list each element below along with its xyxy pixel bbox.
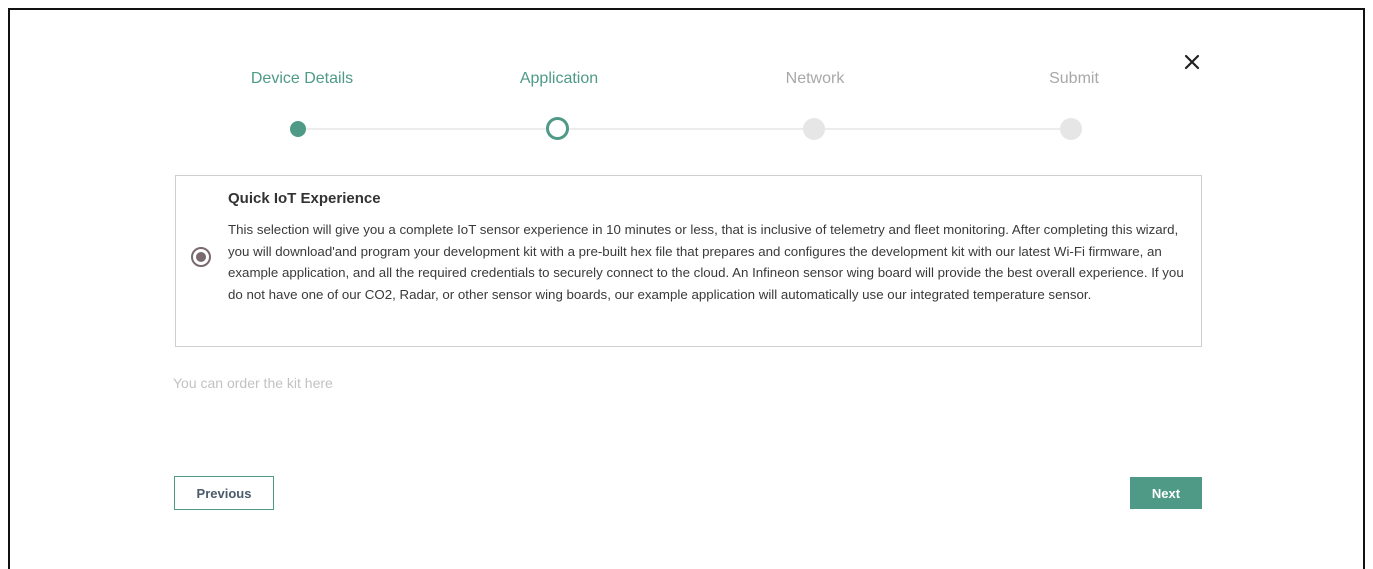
step-label-application: Application [519, 70, 599, 87]
radio-selected-indicator [196, 252, 206, 262]
step-label-device-details: Device Details [250, 70, 354, 87]
next-button[interactable]: Next [1130, 477, 1202, 509]
option-radio[interactable] [191, 247, 211, 267]
step-dot-application [546, 117, 569, 140]
close-button[interactable] [1180, 50, 1204, 74]
step-label-network: Network [785, 70, 845, 87]
step-dot-network [803, 118, 825, 140]
step-label-submit: Submit [1049, 70, 1099, 87]
close-icon [1184, 54, 1200, 70]
step-dot-device-details [290, 121, 306, 137]
option-title: Quick IoT Experience [228, 190, 381, 207]
previous-button[interactable]: Previous [174, 476, 274, 510]
stepper-track [298, 128, 1070, 130]
order-kit-link[interactable]: You can order the kit here [173, 375, 333, 391]
option-description: This selection will give you a complete … [228, 222, 1184, 302]
option-card-quick-iot[interactable]: Quick IoT Experience This selection will… [175, 175, 1202, 347]
step-dot-submit [1060, 118, 1082, 140]
